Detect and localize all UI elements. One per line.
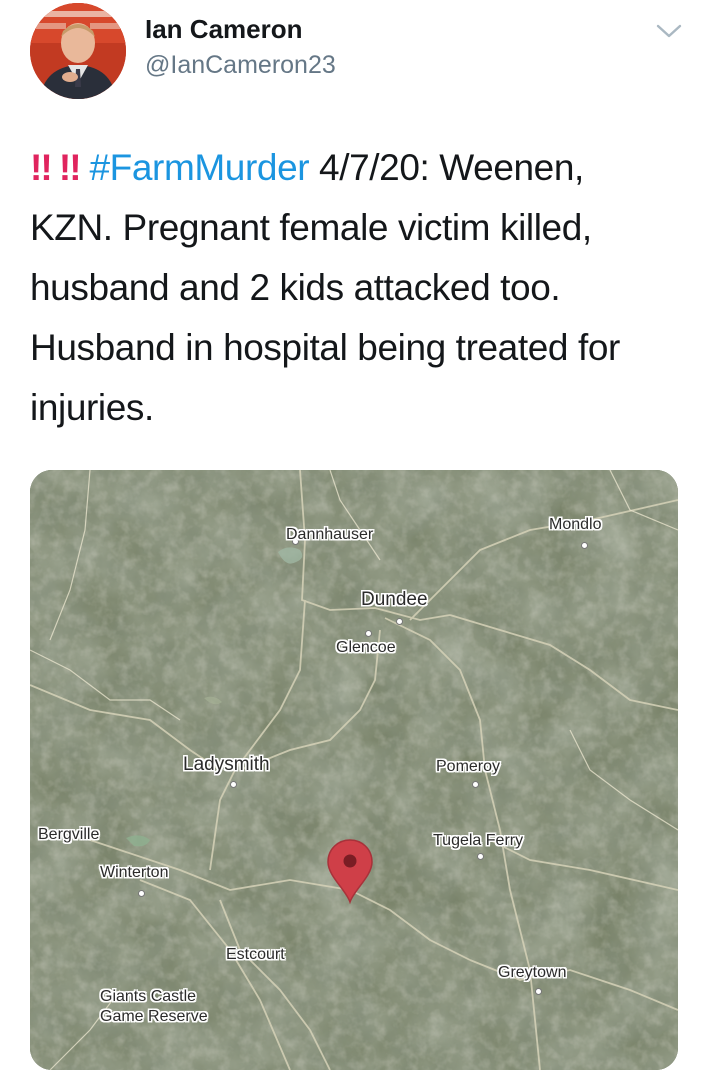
map-label-mondlo: Mondlo xyxy=(549,516,602,533)
map-label-greytown: Greytown xyxy=(498,964,567,981)
tweet-line-1: !! !! #FarmMurder 4/7/20: Weenen, xyxy=(30,138,690,198)
map-label-glencoe: Glencoe xyxy=(336,639,396,656)
tweet-line-3: husband and 2 kids attacked too. xyxy=(30,267,561,308)
map-label-winterton: Winterton xyxy=(100,864,169,881)
town-marker-glencoe xyxy=(365,630,372,637)
map-label-game-reserve: Game Reserve xyxy=(100,1008,208,1025)
chevron-down-icon[interactable] xyxy=(652,16,686,46)
display-name[interactable]: Ian Cameron xyxy=(145,14,303,45)
tweet-line-5: injuries. xyxy=(30,387,154,428)
tweet-header: Ian Cameron @IanCameron23 xyxy=(0,0,708,120)
map-label-tugela-ferry: Tugela Ferry xyxy=(433,832,524,849)
map-label-ladysmith: Ladysmith xyxy=(183,754,270,775)
tweet-line-2: KZN. Pregnant female victim killed, xyxy=(30,207,592,248)
map-label-estcourt: Estcourt xyxy=(226,946,285,963)
town-marker-winterton xyxy=(138,890,145,897)
tweet-text: !! !! #FarmMurder 4/7/20: Weenen, KZN. P… xyxy=(30,138,690,438)
hashtag-link[interactable]: #FarmMurder xyxy=(89,147,309,188)
town-marker-tugela-ferry xyxy=(477,853,484,860)
map-label-dundee: Dundee xyxy=(361,589,428,610)
map-label-pomeroy: Pomeroy xyxy=(436,758,501,775)
town-marker-greytown xyxy=(535,988,542,995)
alert-emoji: !! !! xyxy=(30,147,82,188)
town-marker-pomeroy xyxy=(472,781,479,788)
town-marker-ladysmith xyxy=(230,781,237,788)
town-marker-dundee xyxy=(396,618,403,625)
map-card[interactable]: Dannhauser Mondlo Dundee Glencoe Ladysmi… xyxy=(30,470,678,1070)
tweet-line-4: Husband in hospital being treated for xyxy=(30,327,620,368)
map-satellite-image xyxy=(30,470,678,1070)
map-label-bergville: Bergville xyxy=(38,826,100,843)
map-label-giants-castle: Giants Castle xyxy=(100,988,197,1005)
user-handle[interactable]: @IanCameron23 xyxy=(145,51,336,80)
map-label-dannhauser: Dannhauser xyxy=(286,526,374,543)
map-pin-icon[interactable] xyxy=(326,838,374,905)
avatar[interactable] xyxy=(30,3,126,99)
town-marker-mondlo xyxy=(581,542,588,549)
tweet-line-1-text: 4/7/20: Weenen, xyxy=(309,147,584,188)
